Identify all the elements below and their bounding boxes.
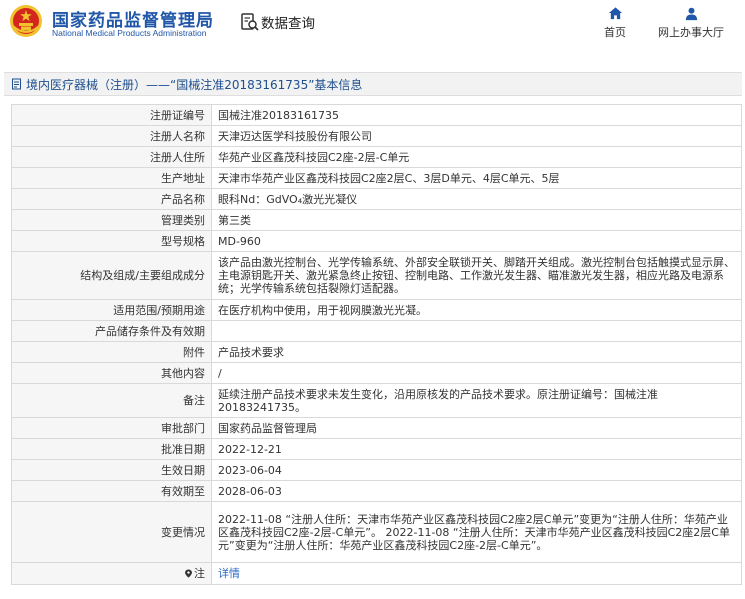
table-row: 生效日期 2023-06-04 [11,459,742,481]
row-label: 注册人名称 [11,125,212,147]
row-label: 批准日期 [11,438,212,460]
row-value: 2022-12-21 [211,438,742,460]
row-value: 2022-11-08 “注册人住所：天津市华苑产业区鑫茂科技园C2座2层C单元”… [211,501,742,563]
table-row: 注册人住所 华苑产业区鑫茂科技园C2座-2层-C单元 [11,146,742,168]
table-row: 备注 延续注册产品技术要求未发生变化，沿用原核发的产品技术要求。原注册证编号：国… [11,383,742,418]
nav-office-label: 网上办事大厅 [658,26,724,39]
table-row: 批准日期 2022-12-21 [11,438,742,460]
row-label: 产品名称 [11,188,212,210]
nav-home-label: 首页 [604,26,626,39]
row-value [211,320,742,342]
home-icon [608,7,622,20]
row-value: 详情 [211,562,742,585]
row-value: 天津迈达医学科技股份有限公司 [211,125,742,147]
row-value: 2023-06-04 [211,459,742,481]
row-label: 审批部门 [11,417,212,439]
document-icon [12,78,21,90]
table-row: 适用范围/预期用途 在医疗机构中使用，用于视网膜激光光凝。 [11,299,742,321]
table-row: 其他内容 / [11,362,742,384]
note-label-text: 注 [194,567,205,580]
table-row: 型号规格 MD-960 [11,230,742,252]
table-row: 结构及组成/主要组成成分 该产品由激光控制台、光学传输系统、外部安全联锁开关、脚… [11,251,742,300]
table-row: 生产地址 天津市华苑产业区鑫茂科技园C2座2层C、3层D单元、4层C单元、5层 [11,167,742,189]
table-row: 附件 产品技术要求 [11,341,742,363]
row-value: 该产品由激光控制台、光学传输系统、外部安全联锁开关、脚踏开关组成。激光控制台包括… [211,251,742,300]
row-value: 华苑产业区鑫茂科技园C2座-2层-C单元 [211,146,742,168]
row-value: 延续注册产品技术要求未发生变化，沿用原核发的产品技术要求。原注册证编号：国械注准… [211,383,742,418]
magnifier-document-icon [241,13,259,31]
row-label: 生产地址 [11,167,212,189]
nav-online-office[interactable]: 网上办事大厅 [652,6,730,40]
row-label: 其他内容 [11,362,212,384]
table-row: 注册证编号 国械注准20183161735 [11,104,742,126]
details-link[interactable]: 详情 [218,567,240,580]
row-label-note: 注 [11,562,212,585]
row-label: 管理类别 [11,209,212,231]
table-row: 产品储存条件及有效期 [11,320,742,342]
row-value: / [211,362,742,384]
location-pin-icon [185,569,192,578]
row-label: 附件 [11,341,212,363]
row-label: 结构及组成/主要组成成分 [11,251,212,300]
table-row: 产品名称 眼科Nd：GdVO₄激光光凝仪 [11,188,742,210]
table-row: 有效期至 2028-06-03 [11,480,742,502]
row-label: 生效日期 [11,459,212,481]
row-label: 注册人住所 [11,146,212,168]
row-label: 变更情况 [11,501,212,563]
data-search-link[interactable]: 数据查询 [240,11,315,33]
table-row: 注册人名称 天津迈达医学科技股份有限公司 [11,125,742,147]
table-row: 审批部门 国家药品监督管理局 [11,417,742,439]
site-header: 国家药品监督管理局 National Medical Products Admi… [0,0,745,60]
table-row: 变更情况 2022-11-08 “注册人住所：天津市华苑产业区鑫茂科技园C2座2… [11,501,742,563]
row-label: 适用范围/预期用途 [11,299,212,321]
national-emblem-icon[interactable] [9,4,43,38]
row-label: 有效期至 [11,480,212,502]
row-value: 国械注准20183161735 [211,104,742,126]
row-value: 产品技术要求 [211,341,742,363]
site-logo-subtitle[interactable]: National Medical Products Administration [52,28,207,38]
row-label: 注册证编号 [11,104,212,126]
nav-home[interactable]: 首页 [599,6,631,40]
row-value: MD-960 [211,230,742,252]
registration-info-table: 注册证编号 国械注准20183161735 注册人名称 天津迈达医学科技股份有限… [11,104,742,585]
user-icon [685,7,697,21]
row-value: 天津市华苑产业区鑫茂科技园C2座2层C、3层D单元、4层C单元、5层 [211,167,742,189]
row-value: 第三类 [211,209,742,231]
data-search-label: 数据查询 [261,16,315,32]
row-label: 备注 [11,383,212,418]
record-title-text: 境内医疗器械（注册）——“国械注准20183161735”基本信息 [26,77,363,92]
row-label: 型号规格 [11,230,212,252]
row-value: 2028-06-03 [211,480,742,502]
row-value: 国家药品监督管理局 [211,417,742,439]
record-title-bar: 境内医疗器械（注册）——“国械注准20183161735”基本信息 [4,72,742,96]
row-value: 在医疗机构中使用，用于视网膜激光光凝。 [211,299,742,321]
table-row: 注 详情 [11,562,742,585]
table-row: 管理类别 第三类 [11,209,742,231]
row-label: 产品储存条件及有效期 [11,320,212,342]
row-value: 眼科Nd：GdVO₄激光光凝仪 [211,188,742,210]
